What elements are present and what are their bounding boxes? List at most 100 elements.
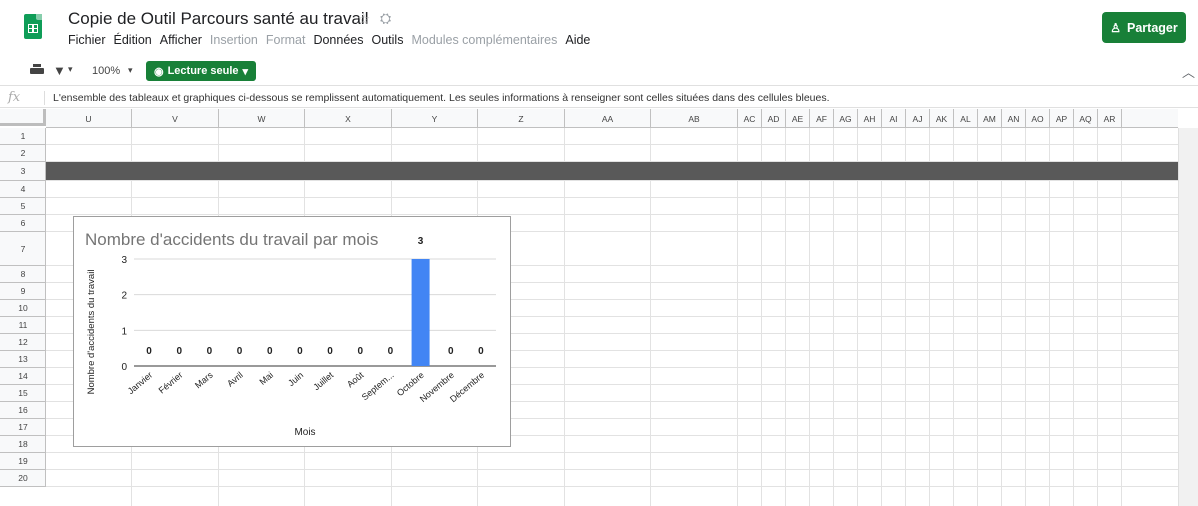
grid-column-line <box>809 128 810 506</box>
column-header-AF[interactable]: AF <box>810 109 834 128</box>
column-header-AJ[interactable]: AJ <box>906 109 930 128</box>
x-tick-label-3: Avril <box>225 370 245 389</box>
formula-divider <box>44 91 45 105</box>
column-header-V[interactable]: V <box>132 109 219 128</box>
row-header-13[interactable]: 13 <box>0 351 46 368</box>
readonly-label: Lecture seule <box>167 65 239 77</box>
document-title[interactable]: Copie de Outil Parcours santé au travail <box>68 9 369 29</box>
row-header-5[interactable]: 5 <box>0 198 46 215</box>
column-header-AL[interactable]: AL <box>954 109 978 128</box>
y-tick-label-1: 1 <box>121 326 127 337</box>
column-header-Y[interactable]: Y <box>392 109 478 128</box>
column-header-AC[interactable]: AC <box>738 109 762 128</box>
menu-item-0[interactable]: Fichier <box>68 33 106 51</box>
grid-row-line <box>46 197 1178 198</box>
row-header-2[interactable]: 2 <box>0 145 46 162</box>
row-header-12[interactable]: 12 <box>0 334 46 351</box>
row-header-3[interactable]: 3 <box>0 162 46 181</box>
row-header-18[interactable]: 18 <box>0 436 46 453</box>
zoom-dropdown-icon[interactable]: ▾ <box>128 65 133 76</box>
dark-band-row <box>46 162 1178 181</box>
column-header-AR[interactable]: AR <box>1098 109 1122 128</box>
menu-item-5[interactable]: Données <box>313 33 363 51</box>
column-header-U[interactable]: U <box>46 109 132 128</box>
menu-item-1[interactable]: Édition <box>114 33 152 51</box>
chart-svg: Nombre d'accidents du travail par mois 0 1… <box>85 230 496 438</box>
grid-column-line <box>977 128 978 506</box>
row-header-9[interactable]: 9 <box>0 283 46 300</box>
column-header-W[interactable]: W <box>219 109 305 128</box>
select-all-corner[interactable] <box>0 109 46 126</box>
share-button[interactable]: ♙ Partager <box>1102 12 1186 43</box>
column-headers: U V W X Y Z AA AB AC AD AE AF AG AH AI AJ AK AL AM AN AO AP AQ… <box>46 109 1178 128</box>
column-header-AK[interactable]: AK <box>930 109 954 128</box>
x-tick-label-8: Septem... <box>360 370 396 402</box>
drive-status-icon[interactable]: ⛭ <box>380 10 391 27</box>
y-tick-label-0: 0 <box>121 362 127 373</box>
x-tick-label-7: Août <box>345 370 366 390</box>
row-header-16[interactable]: 16 <box>0 402 46 419</box>
menu-item-7[interactable]: Modules complémentaires <box>411 33 557 51</box>
column-header-AD[interactable]: AD <box>762 109 786 128</box>
row-header-4[interactable]: 4 <box>0 181 46 198</box>
data-label-2: 0 <box>207 346 213 357</box>
print-icon[interactable] <box>30 64 44 76</box>
row-header-19[interactable]: 19 <box>0 453 46 470</box>
grid-column-line <box>1049 128 1050 506</box>
column-header-AH[interactable]: AH <box>858 109 882 128</box>
row-header-17[interactable]: 17 <box>0 419 46 436</box>
bar-9 <box>411 259 430 366</box>
row-header-6[interactable]: 6 <box>0 215 46 232</box>
grid-column-line <box>857 128 858 506</box>
toolbar: ▼ ▾ 100% ▾ ◉ Lecture seule ▾ ︿ <box>0 58 1198 86</box>
grid-row-line <box>46 180 1178 181</box>
data-label-11: 0 <box>478 346 484 357</box>
row-header-20[interactable]: 20 <box>0 470 46 487</box>
readonly-mode-button[interactable]: ◉ Lecture seule ▾ <box>146 61 256 81</box>
y-tick-label-3: 3 <box>121 255 127 266</box>
grid-column-line <box>650 128 651 506</box>
x-axis-label: Mois <box>294 427 315 438</box>
menu-bar: Fichier Édition Afficher Insertion Format Don… <box>68 33 590 51</box>
menu-item-2[interactable]: Afficher <box>160 33 202 51</box>
menu-item-3[interactable]: Insertion <box>210 33 258 51</box>
formula-input[interactable]: L'ensemble des tableaux et graphiques ci… <box>53 92 830 104</box>
column-header-AP[interactable]: AP <box>1050 109 1074 128</box>
menu-item-6[interactable]: Outils <box>372 33 404 51</box>
data-label-5: 0 <box>297 346 303 357</box>
zoom-select[interactable]: 100% <box>92 65 120 77</box>
sheets-logo-icon[interactable] <box>24 14 42 39</box>
row-header-7[interactable]: 7 <box>0 232 46 266</box>
column-header-X[interactable]: X <box>305 109 392 128</box>
column-header-AM[interactable]: AM <box>978 109 1002 128</box>
row-header-8[interactable]: 8 <box>0 266 46 283</box>
row-header-11[interactable]: 11 <box>0 317 46 334</box>
fx-icon: fx <box>8 90 21 105</box>
column-header-AO[interactable]: AO <box>1026 109 1050 128</box>
column-header-AE[interactable]: AE <box>786 109 810 128</box>
row-header-1[interactable]: 1 <box>0 128 46 145</box>
column-header-AB[interactable]: AB <box>651 109 738 128</box>
menu-item-8[interactable]: Aide <box>565 33 590 51</box>
chevron-down-icon: ▾ <box>242 65 249 78</box>
column-header-AN[interactable]: AN <box>1002 109 1026 128</box>
row-header-15[interactable]: 15 <box>0 385 46 402</box>
menu-item-4[interactable]: Format <box>266 33 306 51</box>
grid-column-line <box>737 128 738 506</box>
data-label-3: 0 <box>237 346 243 357</box>
star-icon[interactable]: ☆ <box>357 10 370 28</box>
y-axis-label: Nombre d'accidents du travail <box>86 270 97 395</box>
row-header-14[interactable]: 14 <box>0 368 46 385</box>
filter-icon[interactable]: ▼ <box>53 63 66 78</box>
row-header-10[interactable]: 10 <box>0 300 46 317</box>
vertical-scrollbar[interactable] <box>1178 128 1198 506</box>
column-header-AG[interactable]: AG <box>834 109 858 128</box>
data-label-8: 0 <box>388 346 394 357</box>
column-header-AQ[interactable]: AQ <box>1074 109 1098 128</box>
collapse-menu-icon[interactable]: ︿ <box>1182 62 1195 81</box>
filter-dropdown-icon[interactable]: ▾ <box>68 64 73 75</box>
accidents-chart[interactable]: Nombre d'accidents du travail par mois 0 1… <box>73 216 511 447</box>
column-header-AA[interactable]: AA <box>565 109 651 128</box>
column-header-Z[interactable]: Z <box>478 109 565 128</box>
column-header-AI[interactable]: AI <box>882 109 906 128</box>
